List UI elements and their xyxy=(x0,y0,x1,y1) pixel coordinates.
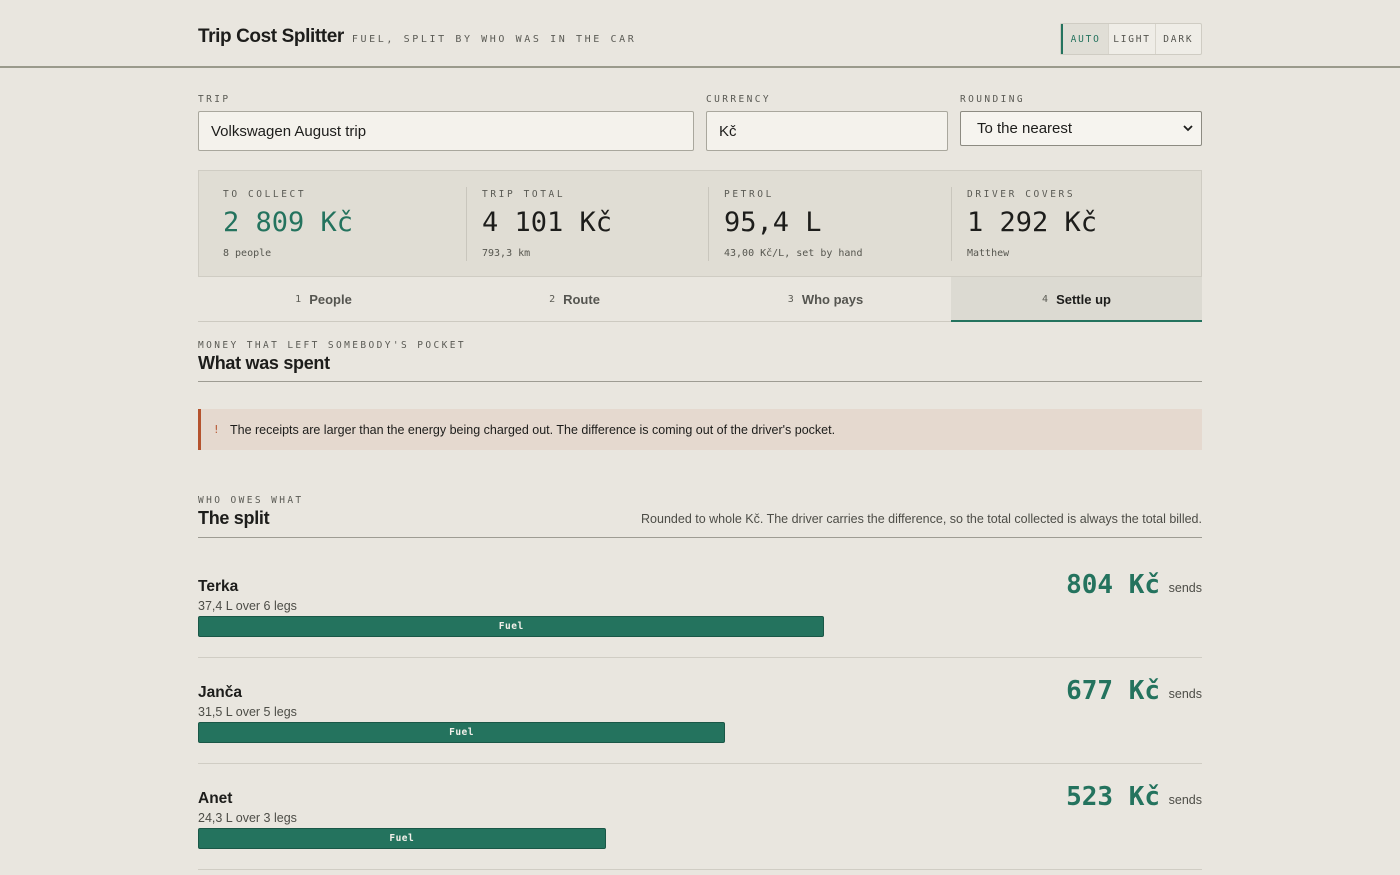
stat-note: 793,3 km xyxy=(482,248,531,259)
person-detail: 37,4 L over 6 legs xyxy=(198,599,297,613)
split-row: Anet 24,3 L over 3 legs 523 Kč sends Fue… xyxy=(198,782,1202,870)
divider xyxy=(466,187,467,261)
amount: 677 Kč xyxy=(1066,676,1160,706)
summary-stats: TO COLLECT 2 809 Kč 8 people TRIP TOTAL … xyxy=(198,170,1202,277)
rounding-select[interactable]: To the nearest xyxy=(960,111,1202,146)
theme-dark-button[interactable]: DARK xyxy=(1156,24,1201,54)
warning-text: The receipts are larger than the energy … xyxy=(230,422,836,437)
person-name: Anet xyxy=(198,790,233,807)
share-bar-label: Fuel xyxy=(389,833,415,844)
share-bar-label: Fuel xyxy=(498,621,524,632)
step-tabs: 1 People 2 Route 3 Who pays 4 Settle up xyxy=(198,277,1202,322)
split-row: Janča 31,5 L over 5 legs 677 Kč sends Fu… xyxy=(198,676,1202,764)
stat-note: 8 people xyxy=(223,248,272,259)
divider xyxy=(708,187,709,261)
stat-value: 2 809 Kč xyxy=(223,207,354,238)
person-detail: 24,3 L over 3 legs xyxy=(198,811,297,825)
share-bar: Fuel xyxy=(198,616,825,637)
stat-note: Matthew xyxy=(967,248,1010,259)
trip-label: TRIP xyxy=(198,94,231,105)
brand: Trip Cost Splitter FUEL, SPLIT BY WHO WA… xyxy=(198,26,636,48)
share-bar-label: Fuel xyxy=(449,727,474,738)
tab-number: 2 xyxy=(549,293,556,305)
theme-switch: AUTO LIGHT DARK xyxy=(1060,23,1202,55)
amount-verb: sends xyxy=(1168,687,1202,701)
divider xyxy=(951,187,952,261)
stat-value: 4 101 Kč xyxy=(482,207,613,238)
rounding-select-value: To the nearest xyxy=(977,120,1073,137)
tab-people[interactable]: 1 People xyxy=(198,277,449,321)
amount-verb: sends xyxy=(1168,793,1202,807)
stat-value: 1 292 Kč xyxy=(967,207,1098,238)
rounding-field: ROUNDING To the nearest xyxy=(960,94,1202,154)
app-subtitle: FUEL, SPLIT BY WHO WAS IN THE CAR xyxy=(351,34,637,45)
section-eyebrow: WHO OWES WHAT xyxy=(198,495,304,506)
share-bar: Fuel xyxy=(198,722,726,743)
amount-verb: sends xyxy=(1168,581,1202,595)
spent-section-header: MONEY THAT LEFT SOMEBODY'S POCKET What w… xyxy=(198,340,1202,382)
warning-banner: ! The receipts are larger than the energ… xyxy=(198,409,1202,450)
warning-icon: ! xyxy=(213,423,220,436)
stat-note: 43,00 Kč/L, set by hand xyxy=(724,248,863,259)
person-name: Terka xyxy=(198,578,239,595)
amount: 804 Kč xyxy=(1066,570,1160,600)
person-detail: 31,5 L over 5 legs xyxy=(198,705,297,719)
amount: 523 Kč xyxy=(1066,782,1160,812)
tab-label: People xyxy=(309,291,352,307)
tab-number: 3 xyxy=(787,293,794,305)
tab-label: Settle up xyxy=(1056,291,1111,307)
currency-field: CURRENCY Kč xyxy=(706,94,948,154)
tab-label: Route xyxy=(563,291,600,307)
tab-who-pays[interactable]: 3 Who pays xyxy=(700,277,951,321)
stat-to-collect: TO COLLECT 2 809 Kč 8 people xyxy=(223,171,453,276)
stat-value: 95,4 L xyxy=(724,207,822,238)
section-heading: The split xyxy=(198,508,270,528)
person-name: Janča xyxy=(198,684,242,701)
trip-field: TRIP Volkswagen August trip xyxy=(198,94,694,154)
tab-settle-up[interactable]: 4 Settle up xyxy=(951,277,1202,322)
theme-light-button[interactable]: LIGHT xyxy=(1109,24,1156,54)
stat-label: TO COLLECT xyxy=(223,189,307,200)
theme-auto-button[interactable]: AUTO xyxy=(1061,24,1110,54)
tab-label: Who pays xyxy=(801,291,864,307)
tab-number: 4 xyxy=(1042,293,1049,305)
stat-label: TRIP TOTAL xyxy=(482,189,566,200)
split-row: Terka 37,4 L over 6 legs 804 Kč sends Fu… xyxy=(198,570,1202,658)
share-bar-track: Fuel xyxy=(198,616,1202,637)
tab-route[interactable]: 2 Route xyxy=(449,277,700,321)
app-title: Trip Cost Splitter xyxy=(198,26,344,47)
stat-petrol: PETROL 95,4 L 43,00 Kč/L, set by hand xyxy=(724,171,944,276)
share-bar: Fuel xyxy=(198,828,606,849)
stat-driver-covers: DRIVER COVERS 1 292 Kč Matthew xyxy=(967,171,1187,276)
stat-trip-total: TRIP TOTAL 4 101 Kč 793,3 km xyxy=(482,171,702,276)
split-section-header: WHO OWES WHAT The split Rounded to whole… xyxy=(198,495,1202,538)
trip-input[interactable]: Volkswagen August trip xyxy=(198,111,694,151)
currency-label: CURRENCY xyxy=(706,94,771,105)
share-bar-track: Fuel xyxy=(198,722,1202,743)
stat-label: PETROL xyxy=(724,189,774,200)
section-note: Rounded to whole Kč. The driver carries … xyxy=(641,512,1202,526)
share-bar-track: Fuel xyxy=(198,828,1202,849)
stat-label: DRIVER COVERS xyxy=(967,189,1076,200)
section-heading: What was spent xyxy=(198,353,330,373)
currency-input[interactable]: Kč xyxy=(706,111,948,151)
rounding-label: ROUNDING xyxy=(960,94,1025,105)
tab-number: 1 xyxy=(295,293,302,305)
top-bar: Trip Cost Splitter FUEL, SPLIT BY WHO WA… xyxy=(0,0,1400,68)
section-eyebrow: MONEY THAT LEFT SOMEBODY'S POCKET xyxy=(198,340,466,351)
chevron-down-icon xyxy=(1183,125,1193,132)
